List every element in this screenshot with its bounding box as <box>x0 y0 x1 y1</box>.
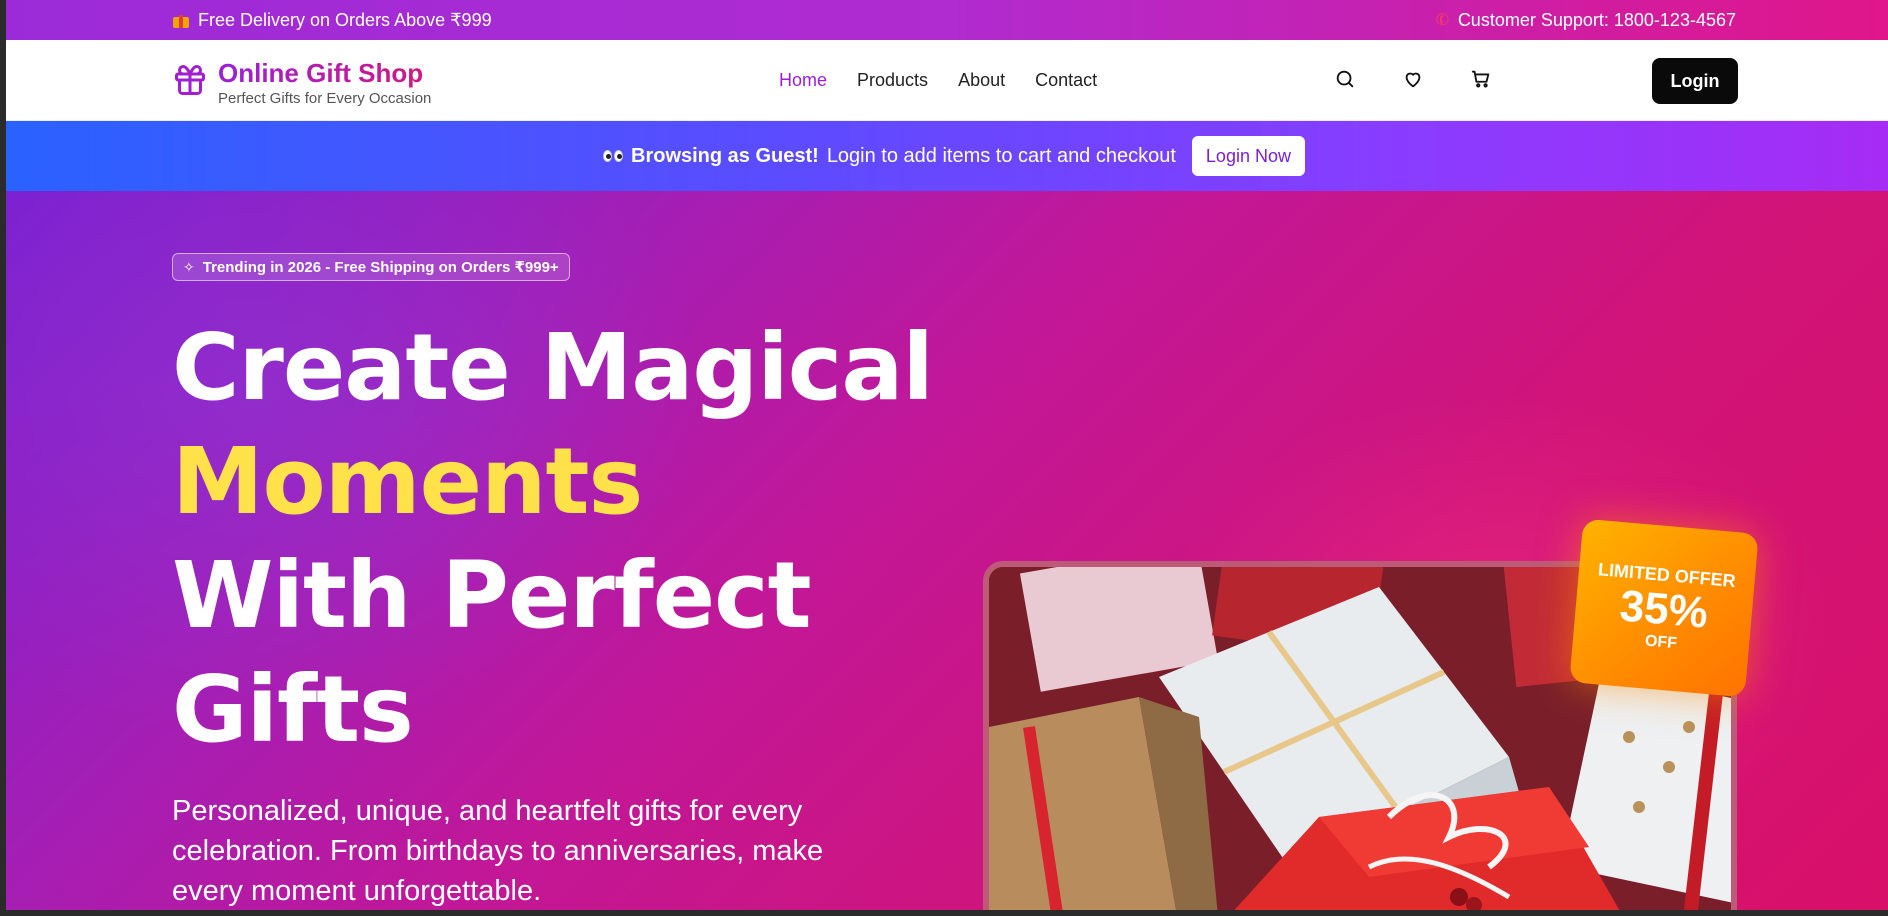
promo-message: Free Delivery on Orders Above ₹999 <box>172 10 492 31</box>
search-icon[interactable] <box>1334 68 1356 90</box>
offer-value: 35% <box>1617 580 1710 638</box>
support-message: ✆ Customer Support: 1800-123-4567 <box>1434 9 1736 31</box>
headline-line-1: Create Magical <box>172 314 934 421</box>
hero-section: ✧ Trending in 2026 - Free Shipping on Or… <box>6 191 1888 910</box>
support-text: Customer Support: 1800-123-4567 <box>1457 9 1736 30</box>
heart-icon[interactable] <box>1402 68 1424 90</box>
eyes-emoji-icon <box>603 150 623 162</box>
login-button[interactable]: Login <box>1652 58 1738 104</box>
cart-icon[interactable] <box>1470 68 1492 90</box>
header-actions <box>1334 68 1492 90</box>
nav-contact[interactable]: Contact <box>1035 70 1097 91</box>
guest-text: Login to add items to cart and checkout <box>826 144 1176 167</box>
nav-products[interactable]: Products <box>857 70 928 91</box>
login-now-button[interactable]: Login Now <box>1191 136 1305 176</box>
brand-title: Online Gift Shop <box>218 58 431 88</box>
gift-emoji-icon <box>172 12 190 28</box>
headline-highlight: Moments <box>172 428 643 535</box>
brand-logo[interactable]: Online Gift Shop Perfect Gifts for Every… <box>172 58 431 107</box>
nav-about[interactable]: About <box>958 70 1005 91</box>
headline-line-4: Gifts <box>172 656 414 763</box>
nav-home[interactable]: Home <box>779 70 827 91</box>
phone-icon: ✆ <box>1434 10 1453 31</box>
browser-viewport: Free Delivery on Orders Above ₹999 ✆ Cus… <box>6 0 1888 910</box>
site-header: Online Gift Shop Perfect Gifts for Every… <box>6 40 1888 121</box>
limited-offer-badge: LIMITED OFFER 35% OFF <box>1569 518 1759 698</box>
top-promo-bar: Free Delivery on Orders Above ₹999 ✆ Cus… <box>6 0 1888 40</box>
headline-line-3: With Perfect <box>172 542 812 649</box>
guest-banner: Browsing as Guest! Login to add items to… <box>6 121 1888 191</box>
guest-bold-text: Browsing as Guest! <box>631 144 819 167</box>
promo-text: Free Delivery on Orders Above ₹999 <box>198 9 492 30</box>
hero-subtext: Personalized, unique, and heartfelt gift… <box>172 795 824 907</box>
sparkles-icon: ✧ <box>183 258 195 275</box>
hero-headline: Create Magical Moments With Perfect Gift… <box>172 311 934 767</box>
offer-suffix: OFF <box>1644 632 1678 652</box>
guest-message: Browsing as Guest! Login to add items to… <box>603 145 1176 168</box>
brand-subtitle: Perfect Gifts for Every Occasion <box>218 90 432 107</box>
trending-text: Trending in 2026 - Free Shipping on Orde… <box>202 259 559 276</box>
gift-logo-icon <box>175 65 205 95</box>
main-nav: Home Products About Contact <box>779 70 1097 91</box>
trending-badge: ✧ Trending in 2026 - Free Shipping on Or… <box>172 253 570 281</box>
